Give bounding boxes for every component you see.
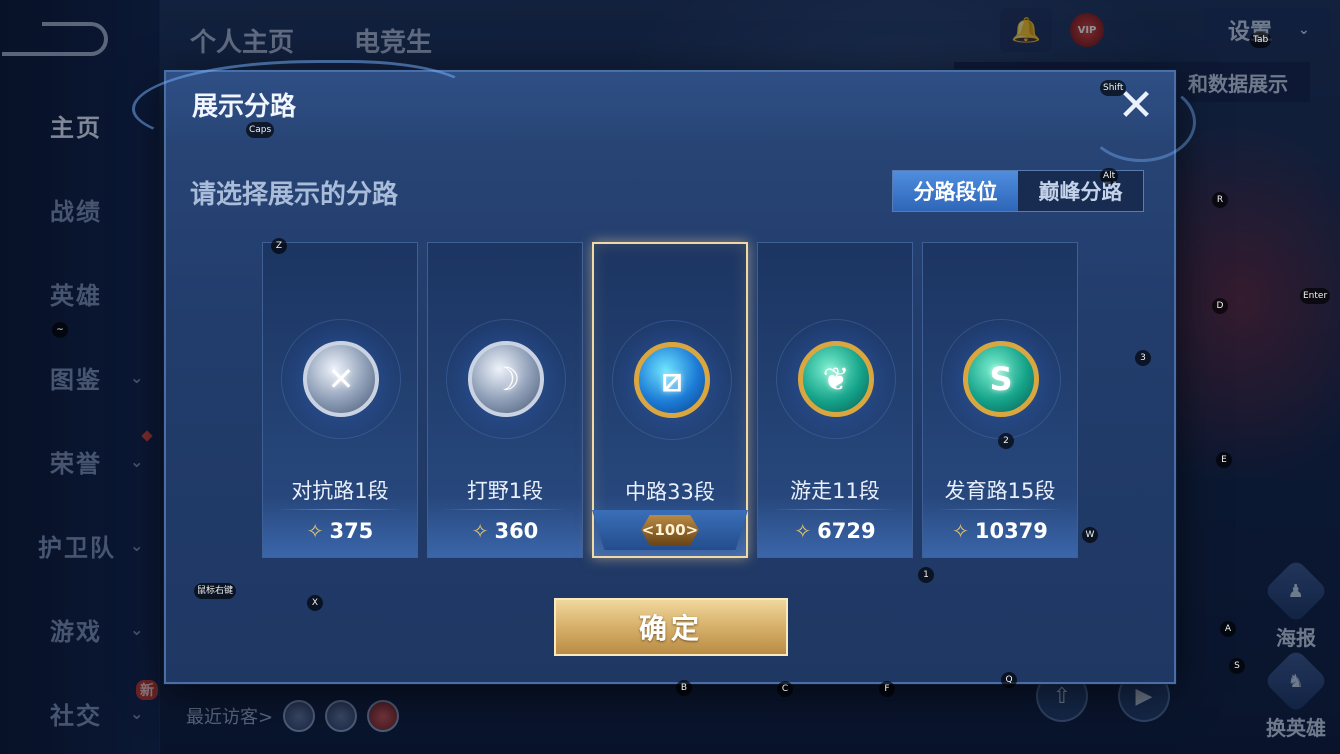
staff-icon: ⧄ [661, 360, 683, 399]
lane-card-mid[interactable]: ⧄ 中路33段 <100> [592, 242, 748, 558]
key-hint: Shift [1100, 80, 1127, 96]
star-ribbon: <100> [592, 510, 748, 550]
key-hint: Enter [1300, 288, 1331, 304]
lane-rank-label: 中路33段 [625, 480, 715, 504]
points-icon: ✧ [471, 519, 489, 543]
lane-card-top[interactable]: ✕ 对抗路1段 ✧ 375 [262, 242, 418, 558]
divider [277, 509, 403, 510]
divider [442, 509, 568, 510]
key-hint: R [1212, 192, 1228, 208]
lane-score: ✧ 10379 [923, 519, 1077, 543]
key-hint: X [307, 595, 323, 611]
lane-medal-icon: ☽ [468, 341, 544, 417]
star-count-value: <100> [641, 521, 699, 539]
key-hint: S [1229, 658, 1245, 674]
key-hint: 鼠标右键 [194, 583, 237, 599]
lane-medal-icon: ❦ [798, 341, 874, 417]
dialog-title: 展示分路 [192, 92, 297, 122]
key-hint: E [1216, 452, 1232, 468]
lane-medal-icon: ✕ [303, 341, 379, 417]
key-hint: Tab [1250, 32, 1272, 48]
lane-medal-icon: S [963, 341, 1039, 417]
key-hint: F [879, 681, 895, 697]
dragon-icon: ☽ [491, 360, 521, 398]
divider [772, 509, 898, 510]
lane-card-jungle[interactable]: ☽ 打野1段 ✧ 360 [427, 242, 583, 558]
key-hint: W [1082, 527, 1098, 543]
divider [937, 509, 1063, 510]
key-hint: ~ [52, 322, 68, 338]
lane-score-value: 6729 [817, 519, 876, 543]
lane-score: ✧ 360 [428, 519, 582, 543]
key-hint: C [777, 681, 793, 697]
lane-rank-label: 对抗路1段 [291, 479, 389, 503]
key-hint: 2 [998, 433, 1014, 449]
lane-cards: ✕ 对抗路1段 ✧375 ☽ 打野1段 ✧360 ⧄ 中路33段 <100> [262, 242, 1082, 558]
tab-peak-lane[interactable]: 巅峰分路 [1018, 171, 1143, 211]
lane-display-dialog: 展示分路 ✕ 请选择展示的分路 分路段位 巅峰分路 ✕ 对抗路1段 ✧ 375 ☽… [132, 60, 1196, 684]
lane-card-roam[interactable]: ❦ 游走11段 ✧ 6729 [757, 242, 913, 558]
crossed-swords-icon: ✕ [327, 360, 355, 398]
lane-medal-icon: ⧄ [634, 342, 710, 418]
wings-icon: ❦ [822, 360, 850, 398]
points-icon: ✧ [794, 519, 812, 543]
lane-score-value: 360 [494, 519, 539, 543]
key-hint: 3 [1135, 350, 1151, 366]
key-hint: B [676, 680, 692, 696]
dialog-subtitle: 请选择展示的分路 [190, 180, 399, 210]
points-icon: ✧ [306, 519, 324, 543]
lane-score-value: 375 [329, 519, 374, 543]
key-hint: Q [1001, 672, 1017, 688]
lane-rank-label: 打野1段 [466, 479, 544, 503]
tab-lane-rank[interactable]: 分路段位 [893, 171, 1018, 211]
key-hint: Alt [1100, 168, 1119, 184]
lane-score-value: 10379 [974, 519, 1048, 543]
lane-card-bot[interactable]: S 发育路15段 ✧ 10379 [922, 242, 1078, 558]
points-icon: ✧ [952, 519, 969, 543]
lane-score: ✧ 375 [263, 519, 417, 543]
lane-rank-label: 游走11段 [790, 479, 880, 503]
confirm-button[interactable]: 确定 [554, 598, 788, 656]
key-hint: D [1212, 298, 1228, 314]
star-count-badge: <100> [641, 515, 699, 545]
key-hint: Z [271, 238, 287, 254]
lane-score: ✧ 6729 [758, 519, 912, 543]
key-hint: Caps [246, 122, 275, 138]
lane-rank-label: 发育路15段 [944, 479, 1056, 503]
key-hint: A [1220, 621, 1236, 637]
bow-icon: S [989, 360, 1013, 398]
decorative-swirl [132, 60, 472, 150]
key-hint: 1 [918, 567, 934, 583]
